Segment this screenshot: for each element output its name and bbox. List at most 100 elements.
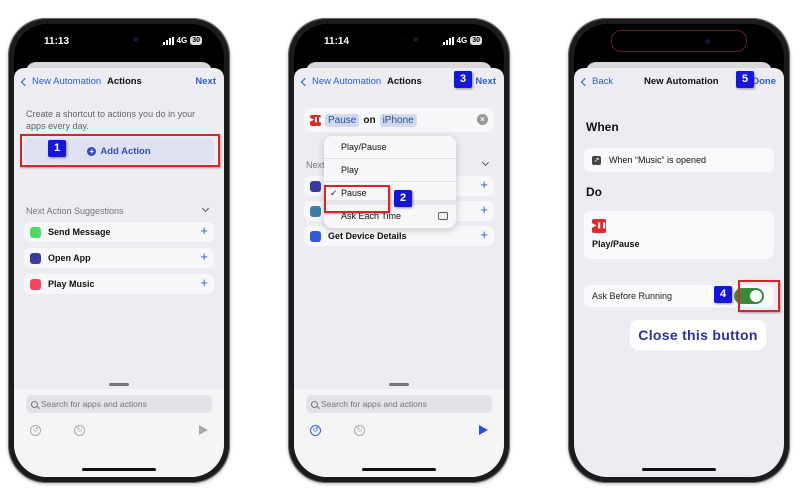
status-bar: 11:13 4G 30: [14, 24, 224, 64]
menu-item-label: Play: [341, 165, 359, 175]
chevron-left-icon: [300, 77, 310, 86]
play-icon[interactable]: [479, 425, 488, 435]
page-title: New Automation: [644, 76, 719, 87]
suggestion-row[interactable]: Open App +: [24, 248, 214, 268]
trigger-card[interactable]: ↗ When “Music” is opened: [584, 148, 774, 172]
add-icon[interactable]: +: [480, 202, 488, 217]
suggestions-header-label: Next: [306, 160, 325, 170]
play-pause-icon: ▶❚❚: [592, 219, 607, 233]
page-title: Actions: [107, 76, 142, 87]
step-badge-5: 5: [736, 71, 754, 88]
status-time: 11:14: [324, 36, 350, 47]
battery-icon: 30: [190, 36, 202, 45]
menu-item-play-pause[interactable]: Play/Pause: [324, 136, 456, 159]
search-placeholder: Search for apps and actions: [41, 399, 147, 409]
step-badge-1: 1: [48, 140, 66, 157]
dynamic-island: [366, 31, 432, 49]
toolbar: ↺ ↻: [28, 425, 210, 439]
add-icon[interactable]: +: [480, 227, 488, 242]
on-label: on: [363, 114, 376, 126]
search-input[interactable]: Search for apps and actions: [306, 395, 492, 413]
back-button[interactable]: Back: [580, 76, 613, 87]
actions-sheet: New Automation Actions Next 3 ▶❚❚ Pause …: [294, 68, 504, 477]
step-badge-2: 2: [394, 190, 412, 207]
step-badge-3: 3: [454, 71, 472, 88]
search-input[interactable]: Search for apps and actions: [26, 395, 212, 413]
messages-icon: [30, 226, 41, 238]
done-button[interactable]: Done: [752, 76, 776, 87]
automation-sheet: Back New Automation Done 5 When ↗ When “…: [574, 68, 784, 477]
device-token[interactable]: iPhone: [379, 113, 417, 127]
back-button[interactable]: New Automation: [20, 76, 101, 87]
sheet-grabber[interactable]: [109, 383, 129, 386]
display-icon: [310, 205, 321, 217]
when-header: When: [586, 120, 619, 134]
next-button[interactable]: Next: [195, 76, 216, 87]
open-app-arrow-icon: ↗: [592, 155, 601, 165]
suggestion-label: Get Device Details: [328, 231, 407, 241]
network-label: 4G: [176, 36, 188, 45]
suggestions-header-label: Next Action Suggestions: [26, 206, 124, 216]
signal-icon: [162, 36, 174, 45]
add-icon[interactable]: +: [480, 177, 488, 192]
phone-3: Back New Automation Done 5 When ↗ When “…: [568, 18, 790, 483]
toolbar: ↺ ↻: [308, 425, 490, 439]
suggestion-row[interactable]: Play Music +: [24, 274, 214, 294]
bottom-panel: Search for apps and actions ↺ ↻: [14, 383, 224, 477]
action-verb-token[interactable]: Pause: [325, 113, 360, 127]
phone-1: 11:13 4G 30 New Automation Actions Next …: [8, 18, 230, 483]
menu-item-play[interactable]: Play: [324, 159, 456, 182]
status-bar: 11:14 4G 30: [294, 24, 504, 64]
step-badge-4: 4: [714, 286, 732, 303]
search-icon: [31, 400, 38, 408]
annotation-callout: Close this button: [630, 320, 766, 350]
next-button[interactable]: Next: [475, 76, 496, 87]
play-icon[interactable]: [199, 425, 208, 435]
search-placeholder: Search for apps and actions: [321, 399, 427, 409]
suggestion-row[interactable]: Send Message +: [24, 222, 214, 242]
action-card[interactable]: ▶❚❚ Play/Pause: [584, 211, 774, 259]
action-options-menu: Play/Pause Play ✓ Pause Ask Each Time: [324, 136, 456, 228]
camera-icon: [133, 37, 138, 42]
suggestions-header[interactable]: Next Action Suggestions: [26, 204, 210, 216]
bottom-panel: Search for apps and actions ↺ ↻: [294, 383, 504, 477]
ask-before-running-label: Ask Before Running: [592, 291, 673, 301]
network-label: 4G: [456, 36, 468, 45]
trigger-text: When “Music” is opened: [609, 155, 707, 165]
undo-icon[interactable]: ↺: [310, 425, 321, 436]
signal-icon: [442, 36, 454, 45]
device-icon: [310, 230, 321, 242]
phone-2: 11:14 4G 30 New Automation Actions Next …: [288, 18, 510, 483]
highlight-box-pause: [324, 185, 390, 213]
highlight-box-toggle: [738, 280, 780, 312]
dynamic-island: [86, 31, 152, 49]
chevron-left-icon: [20, 77, 30, 86]
suggestion-label: Play Music: [48, 279, 95, 289]
menu-item-label: Play/Pause: [341, 142, 387, 152]
sheet-grabber[interactable]: [389, 383, 409, 386]
camera-icon: [705, 39, 710, 44]
remove-action-icon[interactable]: ×: [477, 114, 488, 125]
home-indicator: [362, 468, 436, 471]
camera-icon: [413, 37, 418, 42]
action-label: Play/Pause: [592, 239, 640, 249]
redo-icon[interactable]: ↻: [74, 425, 85, 436]
suggestion-label: Send Message: [48, 227, 111, 237]
suggestion-row[interactable]: Get Device Details +: [304, 226, 494, 246]
undo-icon[interactable]: ↺: [30, 425, 41, 436]
home-indicator: [82, 468, 156, 471]
redo-icon[interactable]: ↻: [354, 425, 365, 436]
phone-2-screen: 11:14 4G 30 New Automation Actions Next …: [294, 24, 504, 477]
home-indicator: [642, 468, 716, 471]
phone-3-screen: Back New Automation Done 5 When ↗ When “…: [574, 24, 784, 477]
status-bar: [574, 24, 784, 64]
action-card: ▶❚❚ Pause on iPhone ×: [304, 108, 494, 132]
add-icon[interactable]: +: [200, 249, 208, 264]
do-header: Do: [586, 185, 602, 199]
music-icon: [30, 278, 41, 290]
add-icon[interactable]: +: [200, 223, 208, 238]
ask-bubble-icon: [438, 212, 448, 220]
dynamic-island: [611, 30, 747, 52]
add-icon[interactable]: +: [200, 275, 208, 290]
back-button[interactable]: New Automation: [300, 76, 381, 87]
